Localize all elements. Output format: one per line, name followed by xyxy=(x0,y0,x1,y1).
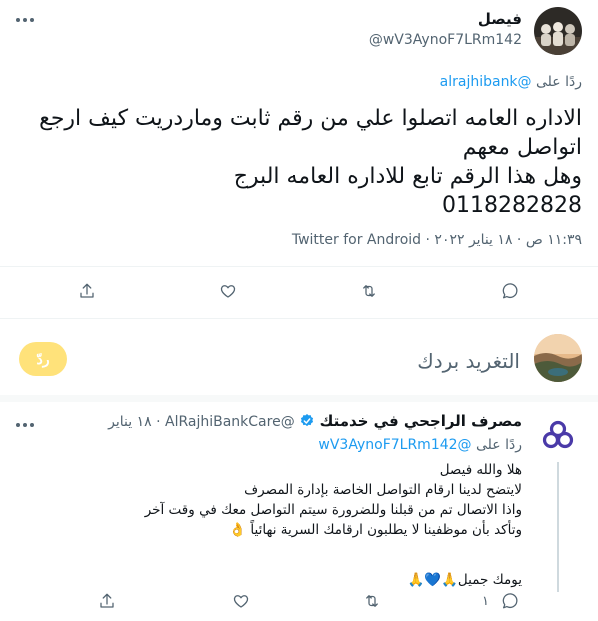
replying-prefix: ردًا على xyxy=(476,437,522,453)
reply-line: لايتضح لدينا ارقام التواصل الخاصة بإدارة… xyxy=(244,482,522,498)
reply-time[interactable]: ١٨ يناير xyxy=(108,414,152,430)
thread-line xyxy=(557,462,559,592)
retweet-icon xyxy=(363,285,375,297)
divider xyxy=(0,318,598,319)
more-options-icon[interactable] xyxy=(16,421,34,429)
author-avatar[interactable] xyxy=(534,7,582,55)
retweet-button[interactable] xyxy=(360,282,378,300)
author-name[interactable]: فيصل xyxy=(478,10,522,28)
compose-reply-input[interactable]: التغريد بردك xyxy=(220,349,520,373)
reply-icon xyxy=(502,593,518,609)
compose-reply-button[interactable]: ردّ xyxy=(19,342,67,376)
tweet-text: الاداره العامه اتصلوا علي من رقم ثابت وم… xyxy=(22,104,582,220)
more-options-icon[interactable] xyxy=(16,16,34,24)
tweet-meta[interactable]: ١١:٣٩ ص · ١٨ يناير ٢٠٢٢ · Twitter for An… xyxy=(292,232,582,248)
tweet-line: وهل هذا الرقم تابع للاداره العامه البرج xyxy=(233,164,582,189)
divider xyxy=(0,395,598,402)
user-avatar[interactable] xyxy=(534,334,582,382)
reply-line: يومك جميل🙏💙🙏 xyxy=(407,572,522,588)
tweet-line: اتواصل معهم xyxy=(462,135,582,160)
reply-line xyxy=(32,540,522,560)
retweet-button[interactable] xyxy=(363,592,381,610)
replying-prefix: ردًا على xyxy=(536,74,582,90)
separator-dot: · xyxy=(156,414,161,430)
tweet-line: الاداره العامه اتصلوا علي من رقم ثابت وم… xyxy=(39,106,582,131)
share-icon xyxy=(80,283,94,298)
reply-line: وتأكد بأن موظفينا لا يطلبون ارقامك السري… xyxy=(229,522,522,538)
reply-text: هلا والله فيصل لايتضح لدينا ارقام التواص… xyxy=(32,460,522,590)
reply-header: مصرف الراجحي في خدمتك @AlRajhiBankCare ·… xyxy=(108,412,522,430)
tweet-line: 0118282828 xyxy=(442,193,582,218)
reply-button[interactable]: ١ xyxy=(482,592,519,610)
share-button[interactable] xyxy=(78,282,96,300)
like-button[interactable] xyxy=(219,282,237,300)
replying-to-link[interactable]: @alrajhibank xyxy=(440,74,532,90)
reply-icon xyxy=(502,283,518,299)
reply-author-name[interactable]: مصرف الراجحي في خدمتك xyxy=(320,412,522,430)
reply-line: واذا الاتصال تم من قبلنا وللضرورة سيتم ا… xyxy=(144,502,522,518)
replying-to-link[interactable]: @wV3AynoF7LRm142 xyxy=(318,437,471,453)
reply-button[interactable] xyxy=(501,282,519,300)
reply-count: ١ xyxy=(482,593,489,609)
verified-badge-icon xyxy=(301,414,314,427)
author-handle[interactable]: @wV3AynoF7LRm142 xyxy=(369,32,522,48)
divider xyxy=(0,266,598,267)
like-button[interactable] xyxy=(232,592,250,610)
share-icon xyxy=(100,593,114,608)
bank-avatar[interactable] xyxy=(534,412,582,460)
like-icon xyxy=(233,595,249,608)
reply-line: هلا والله فيصل xyxy=(439,462,522,478)
like-icon xyxy=(220,285,236,298)
reply-author-handle[interactable]: @AlRajhiBankCare xyxy=(165,414,295,430)
reply-replying-to-line: ردًا على @wV3AynoF7LRm142 xyxy=(318,437,522,453)
retweet-icon xyxy=(366,595,378,607)
share-button[interactable] xyxy=(98,592,116,610)
replying-to-line: ردًا على @alrajhibank xyxy=(440,74,582,90)
